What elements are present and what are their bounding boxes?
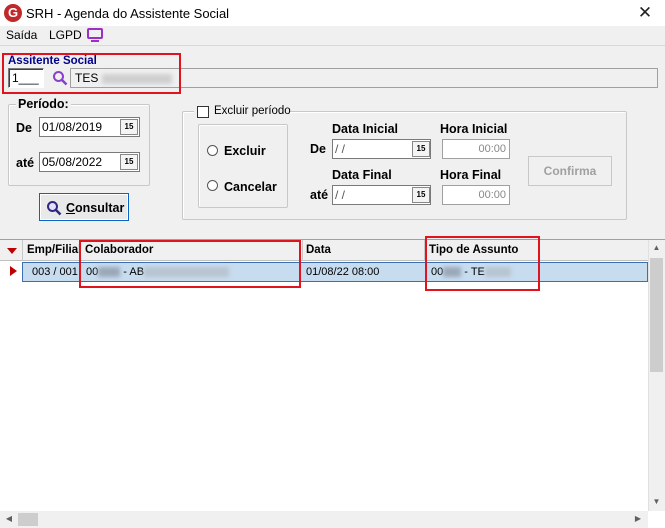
data-final-label: Data Final <box>332 168 392 182</box>
col-data[interactable]: Data <box>306 244 331 256</box>
menu-lgpd[interactable]: LGPD <box>49 28 82 42</box>
hora-final-label: Hora Final <box>440 168 502 182</box>
excluir-de-label: De <box>310 142 326 156</box>
close-button[interactable]: ✕ <box>630 2 660 24</box>
window-title: SRH - Agenda do Assistente Social <box>26 6 230 21</box>
excluir-ate-label: até <box>310 188 329 202</box>
scroll-right-icon[interactable]: ▶ <box>632 514 644 523</box>
acao-radio-group <box>198 124 288 208</box>
cell-data: 01/08/22 08:00 <box>306 266 380 278</box>
menu-divider <box>0 45 665 46</box>
highlight-box-assistente <box>2 53 181 94</box>
periodo-ate-label: até <box>16 156 35 170</box>
consultar-button[interactable]: Consultar <box>39 193 129 221</box>
col-emp-filial[interactable]: Emp/Filial <box>27 244 81 256</box>
current-row-icon <box>10 266 17 276</box>
periodo-label: Período: <box>16 97 71 111</box>
highlight-box-tipo-assunto <box>425 236 540 291</box>
column-divider <box>302 240 303 261</box>
horizontal-scrollbar[interactable] <box>0 511 648 528</box>
hora-inicial-label: Hora Inicial <box>440 122 508 136</box>
hora-final-input[interactable]: 00:00 <box>442 185 510 205</box>
scroll-down-icon[interactable]: ▼ <box>650 497 663 506</box>
calendar-icon[interactable]: 15 <box>120 119 138 135</box>
radio-excluir-label: Excluir <box>224 144 266 158</box>
monitor-stand-icon <box>91 40 99 42</box>
radio-excluir[interactable] <box>207 145 218 156</box>
monitor-icon[interactable] <box>87 28 103 39</box>
search-icon <box>47 201 62 216</box>
app-logo-icon: G <box>4 4 22 22</box>
scroll-left-icon[interactable]: ◀ <box>3 514 15 523</box>
menu-saida[interactable]: Saída <box>6 28 37 42</box>
consultar-label: Consultar <box>66 201 125 215</box>
horizontal-scroll-thumb[interactable] <box>18 513 38 526</box>
column-divider <box>22 240 23 261</box>
calendar-icon[interactable]: 15 <box>412 141 430 157</box>
periodo-de-label: De <box>16 121 32 135</box>
sort-down-icon[interactable] <box>7 248 17 254</box>
hora-inicial-input[interactable]: 00:00 <box>442 139 510 159</box>
confirma-button[interactable]: Confirma <box>528 156 612 186</box>
vertical-scroll-thumb[interactable] <box>650 258 663 372</box>
data-inicial-label: Data Inicial <box>332 122 398 136</box>
calendar-icon[interactable]: 15 <box>120 154 138 170</box>
radio-cancelar[interactable] <box>207 180 218 191</box>
calendar-icon[interactable]: 15 <box>412 187 430 203</box>
cell-emp-filial: 003 / 001 <box>32 266 78 278</box>
scroll-up-icon[interactable]: ▲ <box>650 243 663 252</box>
excluir-periodo-label: Excluir período <box>214 105 291 117</box>
highlight-box-colaborador <box>79 240 301 288</box>
excluir-periodo-checkbox[interactable] <box>197 106 209 118</box>
radio-cancelar-label: Cancelar <box>224 180 277 194</box>
